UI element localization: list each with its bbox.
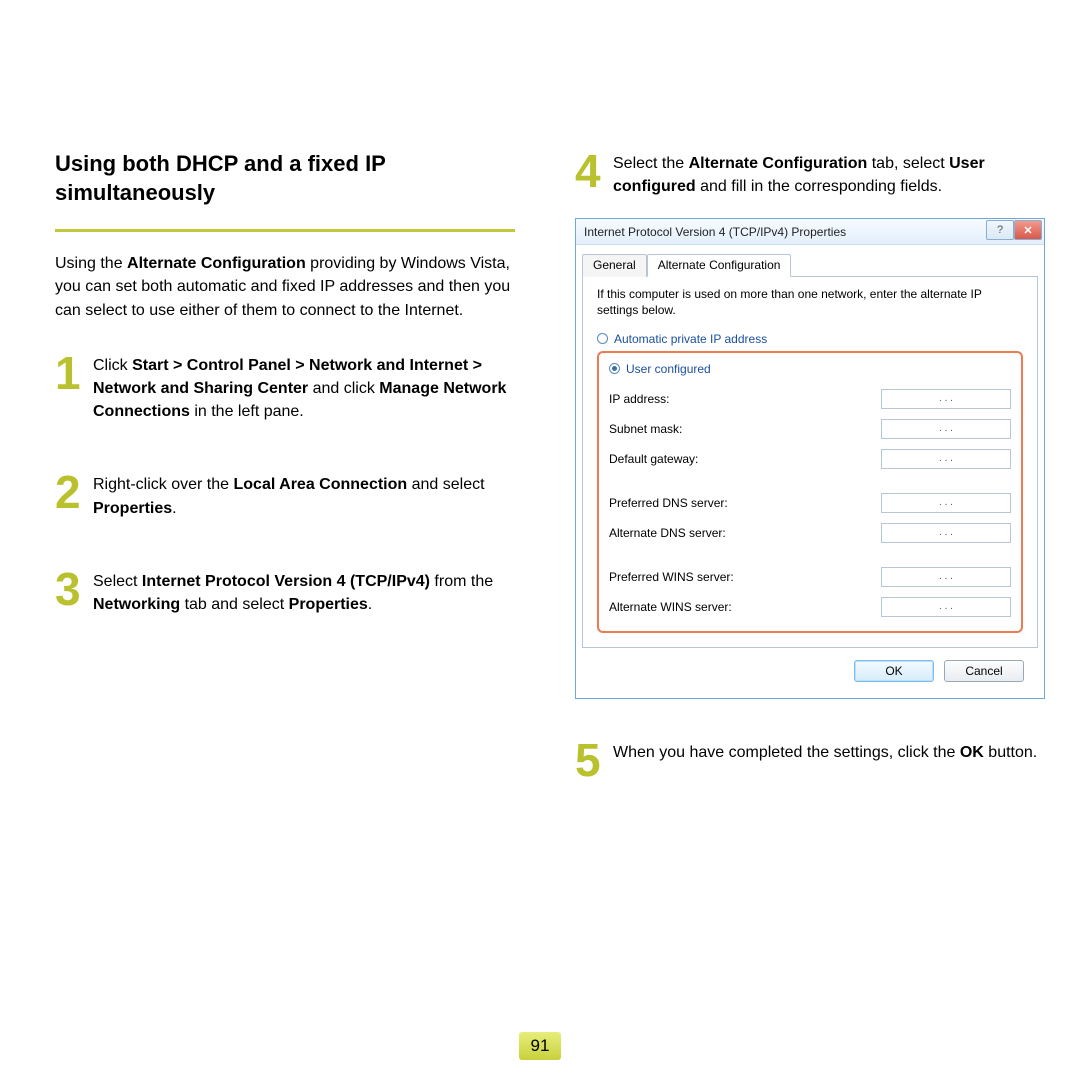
dialog-actions: OK Cancel bbox=[582, 648, 1038, 688]
ok-button[interactable]: OK bbox=[854, 660, 934, 682]
page-number: 91 bbox=[519, 1032, 561, 1060]
dialog-titlebar: Internet Protocol Version 4 (TCP/IPv4) P… bbox=[576, 219, 1044, 245]
tab-general[interactable]: General bbox=[582, 254, 647, 277]
title-underline bbox=[55, 229, 515, 232]
dialog-body: General Alternate Configuration If this … bbox=[576, 245, 1044, 697]
step-number: 4 bbox=[575, 152, 605, 191]
step-number: 2 bbox=[55, 473, 85, 512]
radio-label: Automatic private IP address bbox=[614, 332, 767, 346]
ip-input[interactable]: . . . bbox=[881, 597, 1011, 617]
field-preferred-dns: Preferred DNS server: . . . bbox=[609, 493, 1011, 513]
step-text: Right-click over the Local Area Connecti… bbox=[93, 471, 515, 519]
field-label: Alternate WINS server: bbox=[609, 600, 732, 614]
intro-text: Using the bbox=[55, 255, 127, 272]
step-text: Click Start > Control Panel > Network an… bbox=[93, 352, 515, 424]
field-label: IP address: bbox=[609, 392, 669, 406]
help-icon[interactable]: ? bbox=[986, 220, 1014, 240]
step-text: Select the Alternate Configuration tab, … bbox=[613, 150, 1045, 198]
dialog-hint: If this computer is used on more than on… bbox=[597, 287, 1023, 318]
step-text: Select Internet Protocol Version 4 (TCP/… bbox=[93, 568, 515, 616]
section-title: Using both DHCP and a fixed IP simultane… bbox=[55, 150, 515, 213]
field-label: Default gateway: bbox=[609, 452, 698, 466]
highlighted-section: User configured IP address: . . . Subnet… bbox=[597, 351, 1023, 633]
intro-bold: Alternate Configuration bbox=[127, 255, 306, 272]
radio-automatic[interactable]: Automatic private IP address bbox=[597, 329, 1023, 349]
tab-alternate-configuration[interactable]: Alternate Configuration bbox=[647, 254, 792, 277]
field-alternate-dns: Alternate DNS server: . . . bbox=[609, 523, 1011, 543]
field-preferred-wins: Preferred WINS server: . . . bbox=[609, 567, 1011, 587]
dialog-title: Internet Protocol Version 4 (TCP/IPv4) P… bbox=[584, 225, 846, 239]
tab-pane: If this computer is used on more than on… bbox=[582, 277, 1038, 647]
ip-input[interactable]: . . . bbox=[881, 389, 1011, 409]
radio-label: User configured bbox=[626, 362, 711, 376]
field-ip-address: IP address: . . . bbox=[609, 389, 1011, 409]
field-default-gateway: Default gateway: . . . bbox=[609, 449, 1011, 469]
step-number: 3 bbox=[55, 570, 85, 609]
cancel-button[interactable]: Cancel bbox=[944, 660, 1024, 682]
field-subnet-mask: Subnet mask: . . . bbox=[609, 419, 1011, 439]
field-label: Preferred WINS server: bbox=[609, 570, 734, 584]
field-alternate-wins: Alternate WINS server: . . . bbox=[609, 597, 1011, 617]
radio-icon[interactable] bbox=[609, 363, 620, 374]
step-1: 1 Click Start > Control Panel > Network … bbox=[55, 352, 515, 424]
ip-input[interactable]: . . . bbox=[881, 567, 1011, 587]
radio-user-configured[interactable]: User configured bbox=[609, 359, 1011, 379]
radio-icon[interactable] bbox=[597, 333, 608, 344]
close-icon[interactable]: ✕ bbox=[1014, 220, 1042, 240]
ip-input[interactable]: . . . bbox=[881, 523, 1011, 543]
properties-dialog: Internet Protocol Version 4 (TCP/IPv4) P… bbox=[575, 218, 1045, 698]
step-3: 3 Select Internet Protocol Version 4 (TC… bbox=[55, 568, 515, 616]
step-2: 2 Right-click over the Local Area Connec… bbox=[55, 471, 515, 519]
field-label: Preferred DNS server: bbox=[609, 496, 728, 510]
intro-paragraph: Using the Alternate Configuration provid… bbox=[55, 252, 515, 322]
ip-input[interactable]: . . . bbox=[881, 493, 1011, 513]
step-4: 4 Select the Alternate Configuration tab… bbox=[575, 150, 1045, 198]
step-5: 5 When you have completed the settings, … bbox=[575, 739, 1045, 780]
ip-input[interactable]: . . . bbox=[881, 419, 1011, 439]
field-label: Subnet mask: bbox=[609, 422, 682, 436]
step-number: 5 bbox=[575, 741, 605, 780]
tab-strip: General Alternate Configuration bbox=[582, 253, 1038, 277]
step-number: 1 bbox=[55, 354, 85, 393]
ip-input[interactable]: . . . bbox=[881, 449, 1011, 469]
step-text: When you have completed the settings, cl… bbox=[613, 739, 1037, 764]
field-label: Alternate DNS server: bbox=[609, 526, 726, 540]
